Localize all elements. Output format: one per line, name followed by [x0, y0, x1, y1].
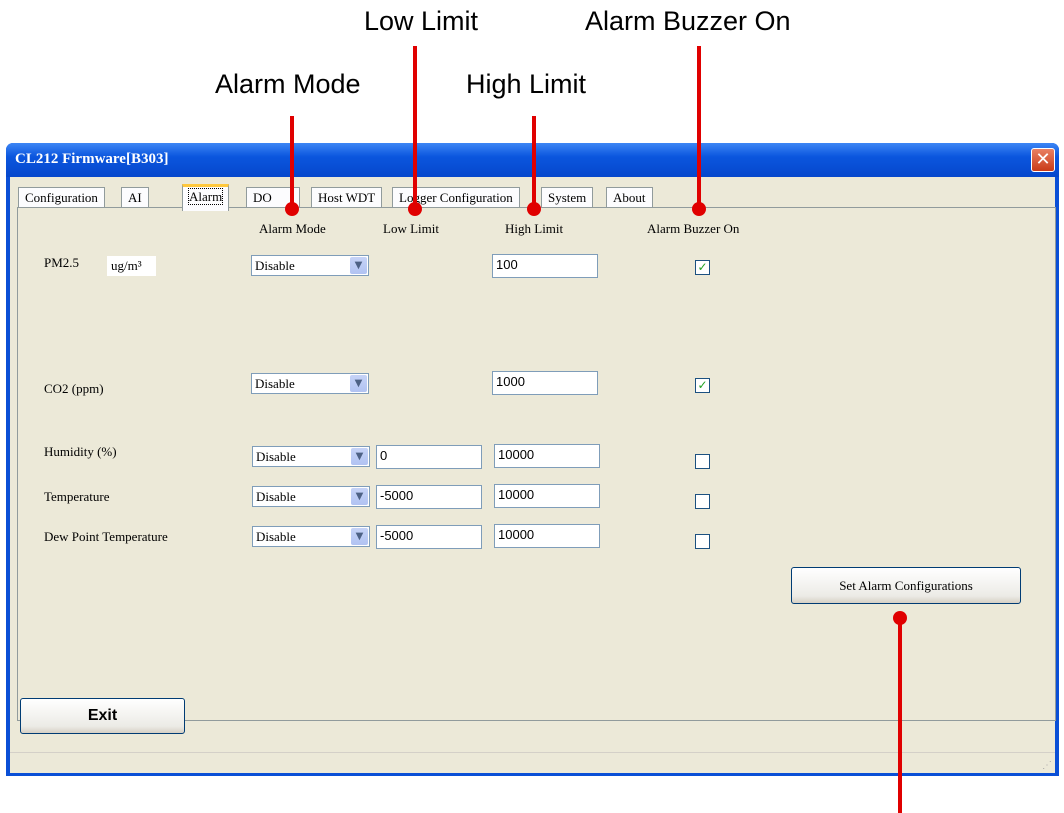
callout-line-alarm-buzzer-on [697, 46, 701, 206]
select-value: Disable [256, 449, 296, 464]
tab-host-wdt[interactable]: Host WDT [311, 187, 383, 208]
callout-dot-low-limit [408, 202, 422, 216]
select-value: Disable [255, 258, 295, 273]
callout-alarm-mode: Alarm Mode [215, 69, 361, 99]
humidity-high-limit-input[interactable]: 10000 [494, 444, 600, 468]
dew-point-alarm-mode-select[interactable]: Disable ▼ [252, 526, 370, 547]
set-alarm-configurations-button[interactable]: Set Alarm Configurations [791, 567, 1021, 604]
row-label-temperature: Temperature [44, 489, 110, 504]
humidity-low-limit-input[interactable]: 0 [376, 445, 482, 469]
select-value: Disable [256, 529, 296, 544]
callout-line-low-limit [413, 46, 417, 206]
callout-alarm-buzzer-on: Alarm Buzzer On [585, 6, 791, 36]
chevron-down-icon[interactable]: ▼ [351, 488, 368, 505]
pm25-unit: ug/m³ [107, 256, 156, 276]
callout-low-limit: Low Limit [364, 6, 479, 36]
close-icon[interactable]: ✕ [1031, 148, 1055, 172]
exit-button[interactable]: Exit [20, 698, 185, 734]
co2-buzzer-checkbox[interactable]: ✓ [695, 378, 710, 393]
temperature-buzzer-checkbox[interactable] [695, 494, 710, 509]
co2-alarm-mode-select[interactable]: Disable ▼ [251, 373, 369, 394]
column-header-alarm-mode: Alarm Mode [259, 221, 326, 236]
column-header-high-limit: High Limit [505, 221, 564, 236]
tab-ai[interactable]: AI [121, 187, 149, 208]
callout-line-set-alarm [898, 618, 902, 813]
callout-dot-high-limit [527, 202, 541, 216]
temperature-alarm-mode-select[interactable]: Disable ▼ [252, 486, 370, 507]
row-label-humidity: Humidity (%) [44, 444, 117, 459]
row-label-dew-point: Dew Point Temperature [44, 529, 168, 544]
tab-configuration[interactable]: Configuration [18, 187, 105, 208]
callout-dot-alarm-buzzer-on [692, 202, 706, 216]
dew-point-low-limit-input[interactable]: -5000 [376, 525, 482, 549]
callout-line-high-limit [532, 116, 536, 206]
chevron-down-icon[interactable]: ▼ [351, 448, 368, 465]
humidity-alarm-mode-select[interactable]: Disable ▼ [252, 446, 370, 467]
chevron-down-icon[interactable]: ▼ [350, 257, 367, 274]
chevron-down-icon[interactable]: ▼ [350, 375, 367, 392]
select-value: Disable [256, 489, 296, 504]
pm25-alarm-mode-select[interactable]: Disable ▼ [251, 255, 369, 276]
resize-grip-icon[interactable]: ⋰ [1042, 760, 1052, 771]
chevron-down-icon[interactable]: ▼ [351, 528, 368, 545]
pm25-high-limit-input[interactable]: 100 [492, 254, 598, 278]
callout-line-alarm-mode [290, 116, 294, 206]
tab-about[interactable]: About [606, 187, 653, 208]
dew-point-high-limit-input[interactable]: 10000 [494, 524, 600, 548]
co2-high-limit-input[interactable]: 1000 [492, 371, 598, 395]
select-value: Disable [255, 376, 295, 391]
row-label-co2: CO2 (ppm) [44, 381, 104, 396]
column-header-alarm-buzzer-on: Alarm Buzzer On [647, 221, 740, 236]
column-header-low-limit: Low Limit [383, 221, 439, 236]
temperature-low-limit-input[interactable]: -5000 [376, 485, 482, 509]
temperature-high-limit-input[interactable]: 10000 [494, 484, 600, 508]
callout-high-limit: High Limit [466, 69, 587, 99]
dew-point-buzzer-checkbox[interactable] [695, 534, 710, 549]
pm25-buzzer-checkbox[interactable]: ✓ [695, 260, 710, 275]
callout-dot-alarm-mode [285, 202, 299, 216]
row-label-pm25: PM2.5 [44, 255, 80, 270]
window-title: CL212 Firmware[B303] [15, 151, 169, 167]
humidity-buzzer-checkbox[interactable] [695, 454, 710, 469]
tab-system[interactable]: System [541, 187, 594, 208]
tab-alarm[interactable]: Alarm [182, 184, 230, 211]
